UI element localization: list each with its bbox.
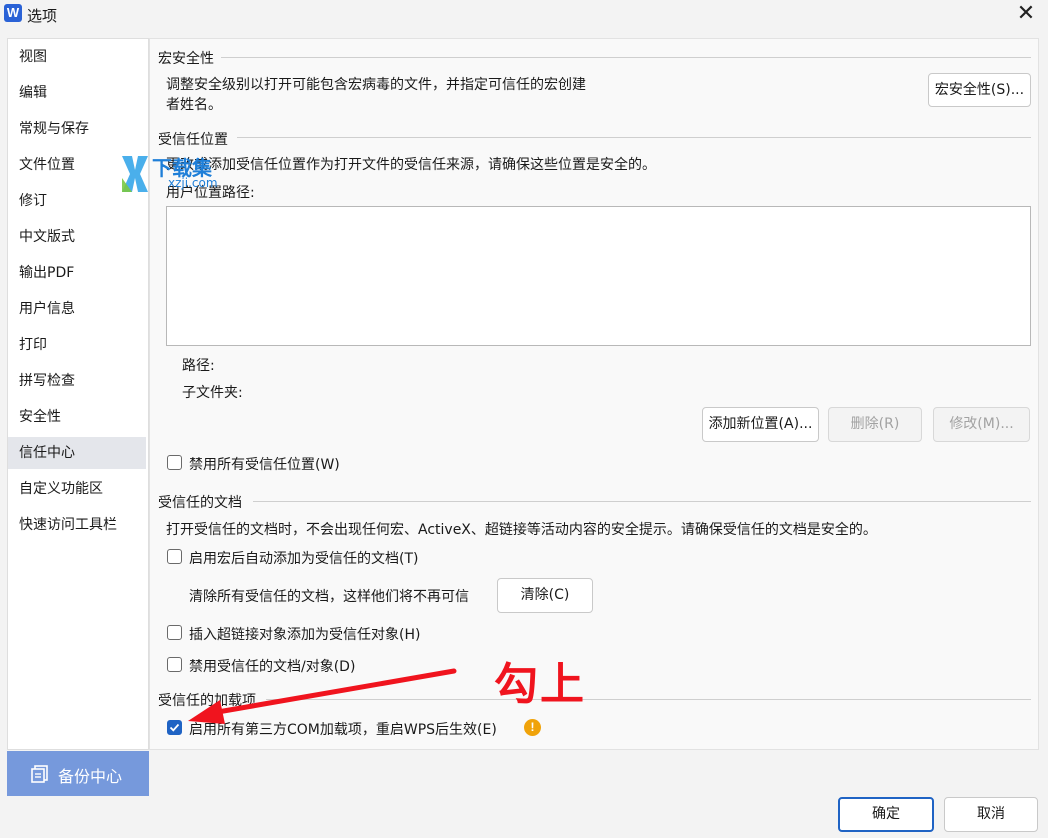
cancel-button[interactable]: 取消 xyxy=(944,797,1038,832)
ok-button[interactable]: 确定 xyxy=(838,797,934,832)
annotation-arrow xyxy=(188,668,457,724)
annotation-label: 勾上 xyxy=(494,659,586,710)
